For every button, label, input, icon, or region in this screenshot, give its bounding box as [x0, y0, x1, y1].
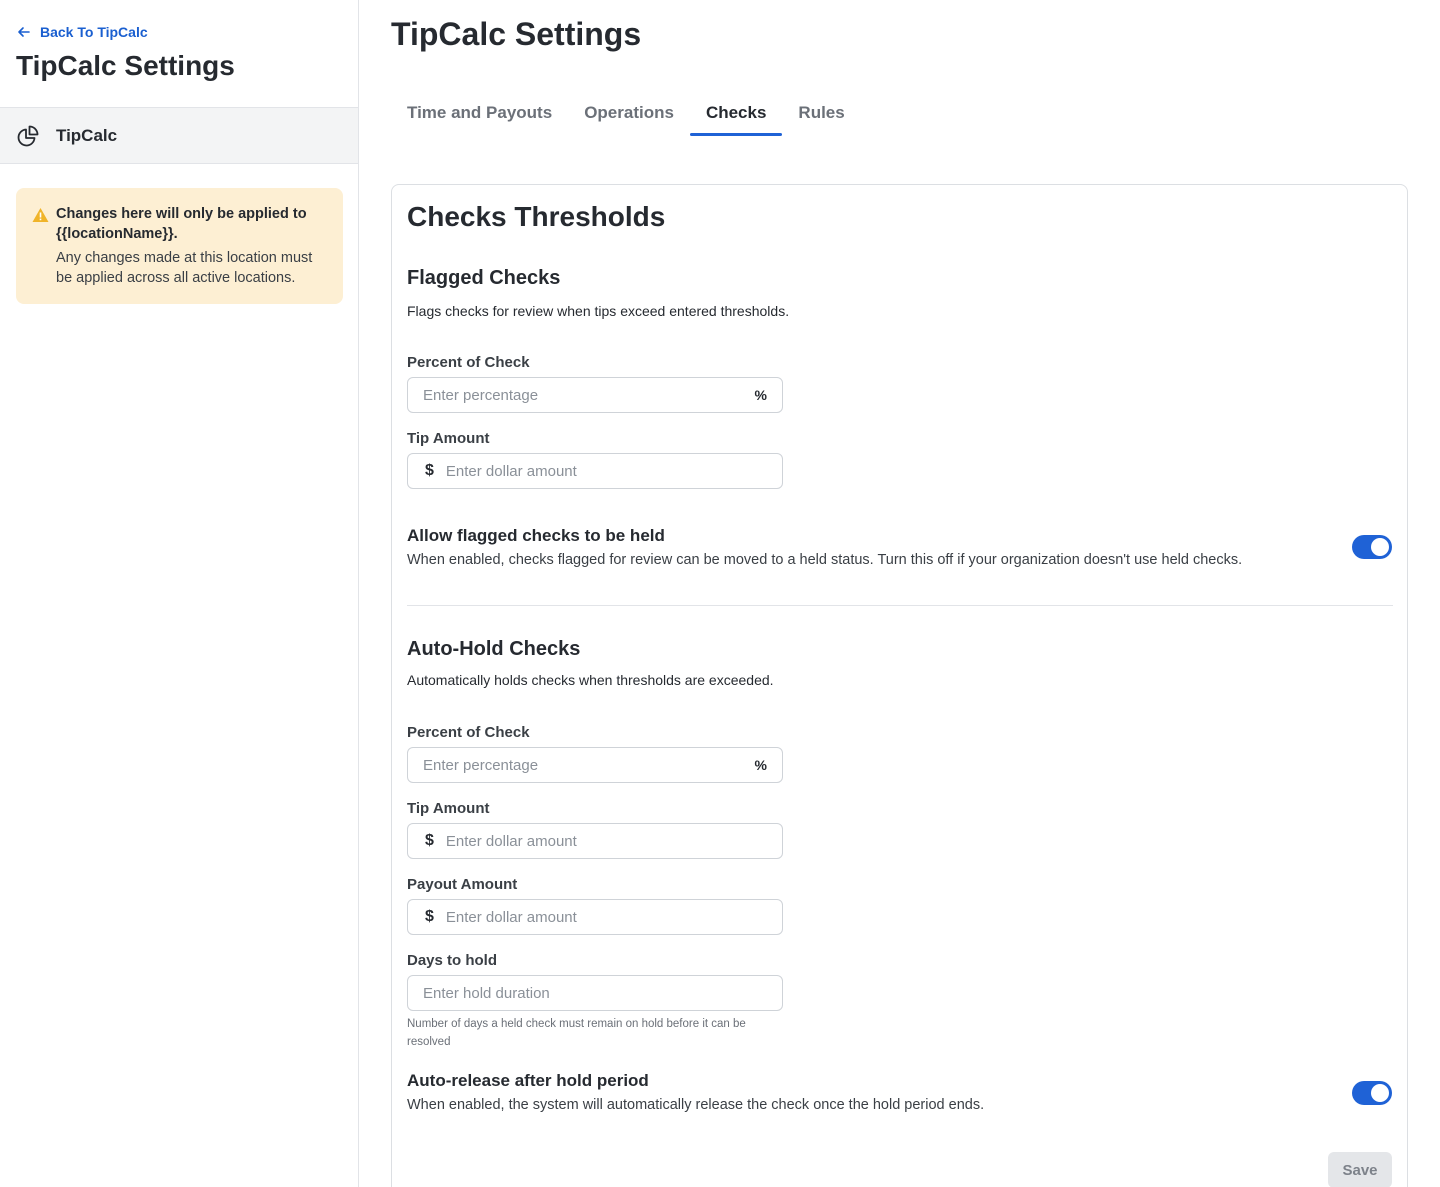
flagged-percent-input[interactable]: Enter percentage % [407, 377, 783, 413]
flagged-tip-input[interactable]: $ Enter dollar amount [407, 453, 783, 489]
back-link[interactable]: Back To TipCalc [16, 24, 148, 40]
section-divider [407, 605, 1393, 606]
page-title: TipCalc Settings [391, 16, 642, 52]
location-notice: Changes here will only be applied to {{l… [16, 188, 343, 304]
flagged-tip-label: Tip Amount [407, 430, 490, 447]
flagged-hold-toggle[interactable] [1352, 535, 1392, 559]
pie-chart-icon [17, 125, 39, 146]
dollar-icon: $ [425, 908, 434, 925]
dollar-icon: $ [425, 462, 434, 479]
tab-checks[interactable]: Checks [689, 98, 783, 136]
flagged-percent-label: Percent of Check [407, 354, 530, 371]
auto-hold-desc: Automatically holds checks when threshol… [407, 672, 774, 688]
auto-hold-tip-input[interactable]: $ Enter dollar amount [407, 823, 783, 859]
percent-icon: % [754, 757, 767, 773]
settings-tabs: Time and Payouts Operations Checks Rules [391, 98, 861, 136]
flagged-hold-toggle-title: Allow flagged checks to be held [407, 526, 665, 545]
dollar-icon: $ [425, 832, 434, 849]
flagged-tip-placeholder: Enter dollar amount [445, 462, 577, 480]
auto-release-toggle[interactable] [1352, 1081, 1392, 1105]
notice-body: Any changes made at this location must b… [56, 250, 313, 286]
tab-rules[interactable]: Rules [782, 98, 860, 136]
days-to-hold-input[interactable]: Enter hold duration [407, 975, 783, 1011]
auto-hold-payout-input[interactable]: $ Enter dollar amount [407, 899, 783, 935]
notice-title: Changes here will only be applied to {{l… [56, 206, 307, 242]
warning-triangle-icon [32, 208, 49, 222]
tab-time-and-payouts[interactable]: Time and Payouts [391, 98, 568, 136]
sidebar-item-label: TipCalc [56, 125, 118, 145]
flagged-hold-toggle-desc: When enabled, checks flagged for review … [407, 552, 1243, 568]
checks-thresholds-card: Checks Thresholds Flagged Checks Flags c… [391, 184, 1408, 1187]
flagged-checks-desc: Flags checks for review when tips exceed… [407, 303, 790, 319]
auto-hold-percent-placeholder: Enter percentage [423, 756, 539, 774]
days-to-hold-placeholder: Enter hold duration [423, 984, 550, 1002]
auto-release-toggle-desc: When enabled, the system will automatica… [407, 1097, 985, 1113]
auto-hold-payout-label: Payout Amount [407, 876, 518, 893]
percent-icon: % [754, 387, 767, 403]
days-to-hold-helper: Number of days a held check must remain … [407, 1018, 746, 1048]
back-link-label: Back To TipCalc [40, 24, 148, 40]
flagged-checks-title: Flagged Checks [407, 267, 561, 289]
tab-operations[interactable]: Operations [568, 98, 690, 136]
auto-release-toggle-title: Auto-release after hold period [407, 1071, 649, 1090]
auto-hold-title: Auto-Hold Checks [407, 638, 581, 660]
auto-hold-payout-placeholder: Enter dollar amount [445, 908, 577, 926]
auto-hold-tip-label: Tip Amount [407, 800, 490, 817]
save-button[interactable]: Save [1328, 1152, 1392, 1187]
auto-hold-percent-label: Percent of Check [407, 724, 530, 741]
flagged-percent-placeholder: Enter percentage [423, 386, 539, 404]
days-to-hold-label: Days to hold [407, 952, 498, 969]
auto-hold-percent-input[interactable]: Enter percentage % [407, 747, 783, 783]
sidebar-title: TipCalc Settings [16, 50, 235, 81]
card-title: Checks Thresholds [407, 201, 666, 232]
sidebar-item-tipcalc[interactable]: TipCalc [0, 107, 358, 164]
sidebar: Back To TipCalc TipCalc Settings TipCalc… [0, 0, 359, 1187]
arrow-left-icon [18, 27, 30, 37]
auto-hold-tip-placeholder: Enter dollar amount [445, 832, 577, 850]
